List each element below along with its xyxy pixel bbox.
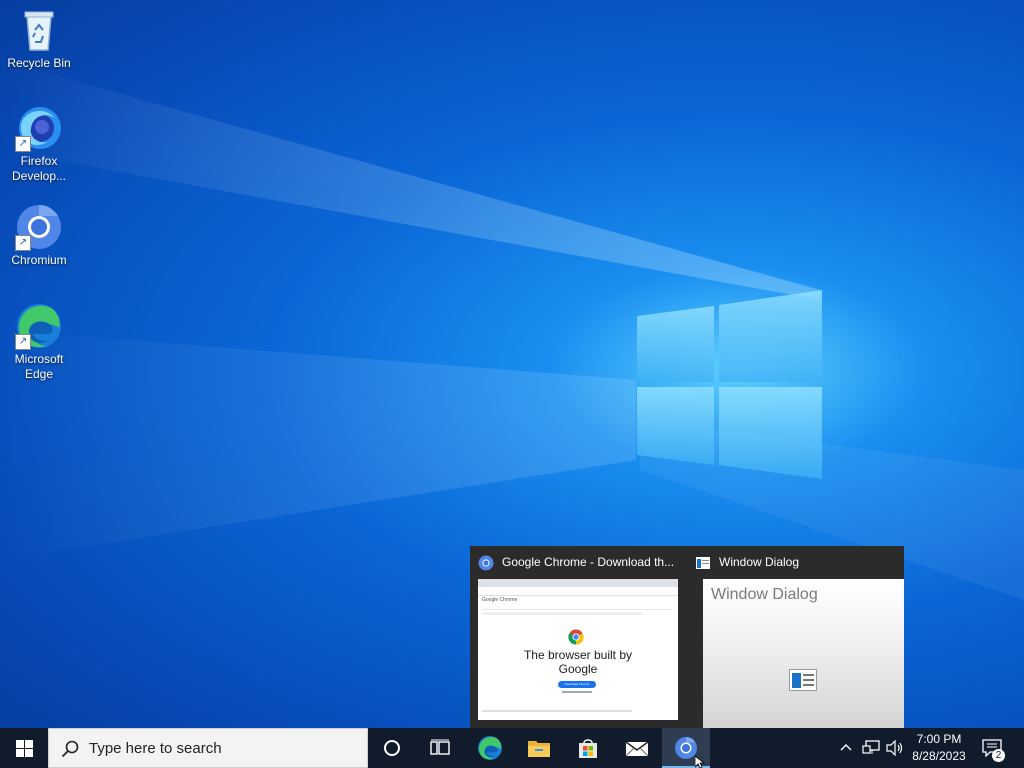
notification-badge: 2 (992, 749, 1005, 762)
show-hidden-icons-button[interactable] (838, 728, 856, 768)
action-center-button[interactable]: 2 (976, 728, 1010, 768)
desktop-icon-recycle-bin[interactable]: Recycle Bin (1, 6, 77, 71)
thumbnail-window-dialog[interactable]: Window Dialog Window Dialog (687, 546, 904, 728)
thumbnail-title: Google Chrome - Download th... (478, 552, 680, 572)
desktop-icon-label: Chromium (11, 253, 67, 267)
download-chrome-button: Download Chrome (558, 681, 596, 688)
thumbnail-preview-chrome: Google Chrome The browser built by Googl… (478, 579, 678, 720)
edge-icon: ↗ (15, 302, 63, 350)
taskbar: Type here to search 7:00 PM 8/28/2023 2 (0, 728, 1024, 768)
thumbnail-title: Window Dialog (695, 552, 898, 572)
desktop-icon-firefox-developer[interactable]: ↗ Firefox Develop... (1, 104, 77, 184)
cortana-icon (384, 740, 400, 756)
recycle-bin-icon (15, 6, 63, 54)
volume-button[interactable] (884, 728, 906, 768)
window-dialog-icon (789, 669, 817, 691)
clock-time: 7:00 PM (916, 732, 962, 746)
shortcut-arrow-icon: ↗ (15, 235, 31, 251)
mouse-cursor-icon (695, 756, 706, 768)
taskbar-thumbnail-popup: Google Chrome - Download th... Google Ch… (470, 546, 904, 728)
search-icon (61, 740, 79, 758)
desktop-icon-edge[interactable]: ↗ Microsoft Edge (1, 302, 77, 382)
shortcut-arrow-icon: ↗ (15, 136, 31, 152)
chromium-icon: ↗ (15, 203, 63, 251)
mail-icon (625, 741, 649, 757)
task-view-icon (430, 739, 450, 755)
cortana-button[interactable] (368, 728, 416, 768)
taskbar-mail[interactable] (613, 728, 661, 768)
clock-date: 8/28/2023 (912, 749, 966, 763)
desktop-icon-label: Microsoft Edge (14, 352, 64, 381)
clock[interactable]: 7:00 PM 8/28/2023 (908, 728, 970, 768)
desktop-icon-label: Firefox Develop... (11, 154, 67, 183)
page-heading: The browser built by Google (523, 648, 633, 676)
start-button[interactable] (0, 728, 48, 768)
window-dialog-icon (695, 555, 711, 571)
volume-icon (886, 740, 903, 756)
chrome-logo-icon (568, 629, 584, 645)
file-explorer-icon (528, 741, 550, 757)
windows-start-icon (15, 739, 33, 757)
microsoft-store-icon (579, 739, 597, 758)
network-button[interactable] (860, 728, 882, 768)
dialog-content-title: Window Dialog (711, 586, 818, 603)
search-placeholder: Type here to search (89, 740, 222, 757)
desktop-icon-label: Recycle Bin (7, 56, 71, 70)
firefox-developer-icon: ↗ (15, 104, 63, 152)
taskbar-edge[interactable] (466, 728, 514, 768)
taskbar-file-explorer[interactable] (515, 728, 563, 768)
thumbnail-preview-dialog: Window Dialog (703, 579, 904, 728)
taskbar-microsoft-store[interactable] (564, 728, 612, 768)
shortcut-arrow-icon: ↗ (15, 334, 31, 350)
task-view-button[interactable] (416, 728, 464, 768)
taskbar-search-box[interactable]: Type here to search (48, 728, 368, 768)
thumbnail-chrome[interactable]: Google Chrome - Download th... Google Ch… (470, 546, 686, 728)
edge-icon (478, 736, 502, 760)
chevron-up-icon (840, 744, 852, 751)
network-icon (862, 740, 880, 754)
chromium-icon (478, 555, 494, 571)
desktop-icon-chromium[interactable]: ↗ Chromium (1, 203, 77, 268)
